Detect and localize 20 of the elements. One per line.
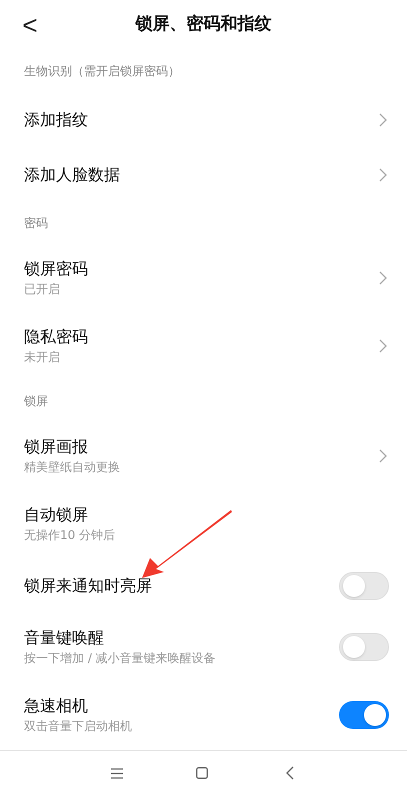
setting-description: 按一下增加 / 减小音量键来唤醒设备 — [24, 650, 217, 667]
setting-description: 无操作10 分钟后 — [24, 527, 116, 544]
setting-label: 锁屏画报 — [24, 436, 89, 458]
section-header: 锁屏 — [24, 393, 48, 410]
section-header: 密码 — [24, 215, 48, 232]
setting-description: 精美壁纸自动更换 — [24, 459, 121, 476]
setting-label: 添加指纹 — [24, 108, 89, 130]
setting-description: 已开启 — [24, 281, 61, 298]
back-button[interactable]: < — [18, 10, 42, 40]
setting-label: 锁屏密码 — [24, 258, 89, 280]
setting-label: 锁屏来通知时亮屏 — [24, 574, 153, 596]
setting-label: 急速相机 — [24, 695, 89, 717]
setting-label: 添加人脸数据 — [24, 164, 121, 186]
page-title: 锁屏、密码和指纹 — [136, 13, 272, 36]
setting-label: 隐私密码 — [24, 326, 89, 348]
setting-label: 自动锁屏 — [24, 504, 89, 526]
setting-description: 双击音量下启动相机 — [24, 718, 133, 735]
setting-description: 未开启 — [24, 349, 61, 366]
setting-label: 音量键唤醒 — [24, 627, 105, 649]
section-header: 生物识别（需开启锁屏密码） — [24, 63, 180, 80]
